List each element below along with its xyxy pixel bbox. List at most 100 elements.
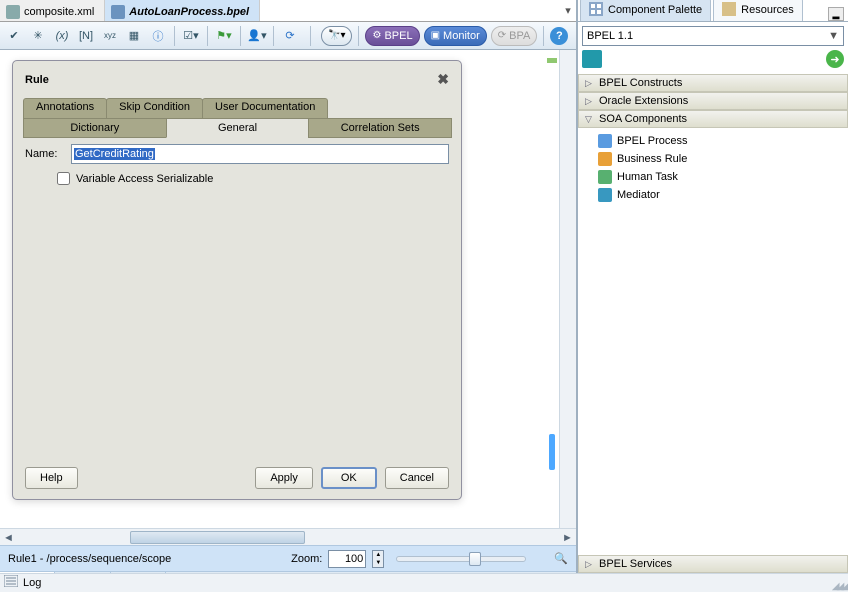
section-label: BPEL Constructs [599, 77, 682, 89]
bpel-view-button[interactable]: ⚙ BPEL [365, 26, 419, 46]
refresh-icon[interactable]: ⟳ [280, 26, 300, 46]
tab-user-documentation[interactable]: User Documentation [202, 98, 328, 118]
info-icon[interactable]: ⓘ [148, 26, 168, 46]
tab-correlation-sets[interactable]: Correlation Sets [308, 118, 452, 138]
section-label: BPEL Services [599, 558, 672, 570]
section-label: Oracle Extensions [599, 95, 688, 107]
user-dropdown-icon[interactable]: 👤▾ [247, 26, 267, 46]
tab-general[interactable]: General [166, 118, 310, 138]
component-palette-panel: Component Palette Resources ▂ BPEL 1.1 ▼… [577, 0, 848, 573]
bpel-view-label: BPEL [384, 30, 412, 42]
horizontal-scrollbar[interactable]: ◄ ► [0, 528, 576, 545]
log-label: Log [23, 577, 41, 589]
section-label: SOA Components [599, 113, 687, 125]
bpel-canvas[interactable]: Rule ✖ Annotations Skip Condition User D… [0, 50, 576, 528]
rule-properties-dialog: Rule ✖ Annotations Skip Condition User D… [12, 60, 462, 500]
item-business-rule[interactable]: Business Rule [578, 150, 848, 168]
log-panel-bar[interactable]: Log ◢◢◢ [0, 573, 848, 592]
zoom-slider[interactable] [396, 556, 526, 562]
section-soa-components[interactable]: ▽ SOA Components [578, 110, 848, 128]
tab-composite-label: composite.xml [24, 6, 94, 18]
editor-toolbar: ✔ ✳ (x) [N] xyz ▦ ⓘ ☑▾ ⚑▾ 👤▾ ⟳ 🔭▾ ⚙ BPEL… [0, 22, 576, 50]
mediator-icon [598, 188, 612, 202]
combo-value: BPEL 1.1 [587, 30, 633, 42]
section-oracle-extensions[interactable]: ▷ Oracle Extensions [578, 92, 848, 110]
dialog-title: Rule [25, 74, 49, 86]
binoculars-icon[interactable] [582, 50, 602, 68]
help-button[interactable]: Help [25, 467, 78, 489]
tab-dictionary[interactable]: Dictionary [23, 118, 167, 138]
tab-bpel-label: AutoLoanProcess.bpel [129, 6, 249, 18]
tab-annotations[interactable]: Annotations [23, 98, 107, 118]
chevron-down-icon: ▼ [828, 30, 839, 42]
palette-icon [589, 2, 605, 18]
close-icon[interactable]: ✖ [437, 71, 449, 88]
name-field[interactable]: GetCreditRating [71, 144, 449, 164]
section-bpel-constructs[interactable]: ▷ BPEL Constructs [578, 74, 848, 92]
tab-resources[interactable]: Resources [713, 0, 803, 21]
status-bar: Rule1 - /process/sequence/scope Zoom: ▲▼… [0, 545, 576, 571]
go-arrow-icon[interactable]: ➜ [826, 50, 844, 68]
binoculars-dropdown-button[interactable]: 🔭▾ [321, 26, 352, 46]
palette-category-combo[interactable]: BPEL 1.1 ▼ [582, 26, 844, 46]
search-small-icon[interactable]: 🔍 [554, 552, 568, 565]
apply-button[interactable]: Apply [255, 467, 313, 489]
monitor-view-label: Monitor [443, 30, 480, 42]
zoom-label: Zoom: [291, 553, 322, 565]
name-value: GetCreditRating [74, 148, 155, 160]
zoom-slider-thumb[interactable] [469, 552, 481, 566]
item-label: Human Task [617, 171, 678, 183]
business-rule-icon [598, 152, 612, 166]
bpa-view-label: BPA [509, 30, 530, 42]
expand-right-icon: ▷ [585, 96, 595, 107]
tab-composite[interactable]: composite.xml [0, 0, 105, 21]
zoom-spinner[interactable]: ▲▼ [372, 550, 384, 568]
variable-access-serializable-checkbox[interactable] [57, 172, 70, 185]
scroll-left-arrow-icon[interactable]: ◄ [0, 529, 17, 546]
item-bpel-process[interactable]: BPEL Process [578, 132, 848, 150]
resize-grip-icon[interactable]: ◢◢◢ [832, 581, 846, 592]
spin-down-icon[interactable]: ▼ [373, 559, 383, 567]
item-human-task[interactable]: Human Task [578, 168, 848, 186]
viewport-indicator[interactable] [549, 434, 555, 470]
ns-icon[interactable]: [N] [76, 26, 96, 46]
item-mediator[interactable]: Mediator [578, 186, 848, 204]
composite-file-icon [6, 5, 20, 19]
tab-skip-condition[interactable]: Skip Condition [106, 98, 203, 118]
resources-label: Resources [741, 4, 794, 16]
scroll-thumb[interactable] [130, 531, 305, 544]
log-icon [4, 575, 20, 591]
zoom-input[interactable] [328, 550, 366, 568]
tab-list-dropdown[interactable]: ▾ [560, 0, 576, 21]
expand-down-icon: ▽ [585, 114, 595, 125]
breadcrumb-path: Rule1 - /process/sequence/scope [8, 553, 171, 565]
flag-dropdown-icon[interactable]: ⚑▾ [214, 26, 234, 46]
bpa-view-button[interactable]: ⟳ BPA [491, 26, 538, 46]
component-palette-label: Component Palette [608, 4, 702, 16]
minimize-panel-icon[interactable]: ▂ [828, 7, 844, 21]
palette-search-row: ➜ [582, 50, 844, 68]
spin-up-icon[interactable]: ▲ [373, 551, 383, 559]
soa-components-list: BPEL Process Business Rule Human Task Me… [578, 128, 848, 210]
validate-icon[interactable]: ✔ [4, 26, 24, 46]
gear-icon[interactable]: ✳ [28, 26, 48, 46]
monitor-view-button[interactable]: ▣ Monitor [424, 26, 487, 46]
vertical-scrollbar[interactable] [559, 50, 576, 528]
check-dropdown-icon[interactable]: ☑▾ [181, 26, 201, 46]
section-bpel-services[interactable]: ▷ BPEL Services [578, 555, 848, 573]
help-icon[interactable]: ? [550, 27, 568, 45]
variable-x-icon[interactable]: (x) [52, 26, 72, 46]
cancel-button[interactable]: Cancel [385, 467, 449, 489]
file-tabs: composite.xml AutoLoanProcess.bpel ▾ [0, 0, 576, 22]
tab-component-palette[interactable]: Component Palette [580, 0, 711, 21]
name-label: Name: [25, 148, 65, 160]
xyz-icon[interactable]: xyz [100, 26, 120, 46]
scroll-right-arrow-icon[interactable]: ► [559, 529, 576, 546]
variable-access-serializable-label: Variable Access Serializable [76, 173, 213, 185]
ok-button[interactable]: OK [321, 467, 377, 489]
human-task-icon [598, 170, 612, 184]
properties-icon[interactable]: ▦ [124, 26, 144, 46]
tab-bpel[interactable]: AutoLoanProcess.bpel [105, 0, 260, 21]
resources-icon [722, 2, 738, 18]
item-label: Mediator [617, 189, 660, 201]
